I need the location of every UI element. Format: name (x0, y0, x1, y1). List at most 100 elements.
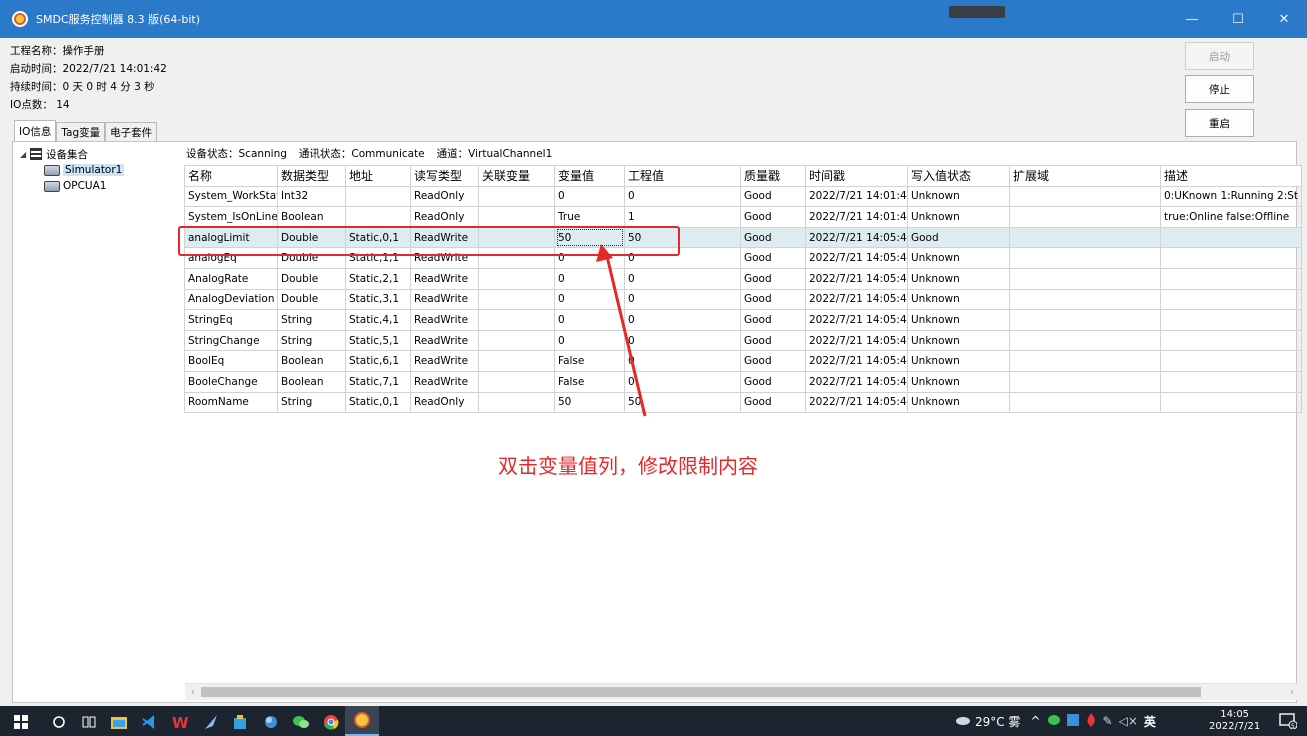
cell-address[interactable]: Static,7,1 (345, 370, 411, 393)
cell-linked-var[interactable] (478, 288, 555, 311)
cell-data-type[interactable]: Boolean (277, 206, 346, 228)
input-language[interactable]: 英 (1144, 713, 1156, 730)
maximize-button[interactable]: ☐ (1215, 0, 1261, 38)
cell-linked-var[interactable] (478, 391, 555, 414)
cell-var-value[interactable]: 50 (554, 226, 625, 249)
cell-description[interactable]: 0:UKnown 1:Running 2:St (1160, 185, 1302, 208)
cell-quality[interactable]: Good (740, 329, 806, 352)
cell-eng-value[interactable]: 50 (624, 226, 741, 249)
table-row[interactable]: BoolEq Boolean Static,6,1 ReadWrite False 0 Go… (184, 350, 1302, 372)
cell-quality[interactable]: Good (740, 267, 806, 290)
cell-var-value[interactable]: 0 (554, 247, 625, 269)
cell-eng-value[interactable]: 0 (624, 350, 741, 372)
cell-data-type[interactable]: Double (277, 247, 346, 269)
cell-description[interactable] (1160, 309, 1302, 331)
table-row[interactable]: AnalogDeviation Double Static,3,1 ReadWrite… (184, 288, 1302, 311)
cell-name[interactable]: BooleChange (184, 370, 278, 393)
cell-timestamp[interactable]: 2022/7/21 14:05:45 (805, 329, 908, 352)
cell-quality[interactable]: Good (740, 226, 806, 249)
pen-tray-icon[interactable]: ✎ (1103, 714, 1113, 728)
search-icon[interactable] (51, 714, 67, 730)
scrollbar-thumb[interactable] (201, 687, 1201, 697)
cell-extension[interactable] (1009, 185, 1161, 208)
cell-description[interactable] (1160, 288, 1302, 311)
cell-rw-type[interactable]: ReadWrite (410, 267, 479, 290)
cell-data-type[interactable]: Double (277, 226, 346, 249)
cell-write-status[interactable]: Unknown (907, 185, 1010, 208)
cell-name[interactable]: StringChange (184, 329, 278, 352)
cell-timestamp[interactable]: 2022/7/21 14:05:45 (805, 226, 908, 249)
cell-eng-value[interactable]: 0 (624, 247, 741, 269)
cell-data-type[interactable]: String (277, 329, 346, 352)
flame-tray-icon[interactable] (1085, 712, 1097, 730)
cell-extension[interactable] (1009, 370, 1161, 393)
scroll-left-icon[interactable]: ‹ (185, 684, 201, 701)
table-row[interactable]: analogEq Double Static,1,1 ReadWrite 0 0 Good 2… (184, 247, 1302, 269)
cell-write-status[interactable]: Unknown (907, 391, 1010, 414)
cell-eng-value[interactable]: 0 (624, 370, 741, 393)
cell-extension[interactable] (1009, 247, 1161, 269)
volume-icon[interactable]: ◁× (1119, 714, 1138, 728)
cell-timestamp[interactable]: 2022/7/21 14:05:45 (805, 370, 908, 393)
cell-timestamp[interactable]: 2022/7/21 14:05:45 (805, 391, 908, 414)
cell-rw-type[interactable]: ReadWrite (410, 329, 479, 352)
cell-timestamp[interactable]: 2022/7/21 14:05:45 (805, 247, 908, 269)
cell-address[interactable] (345, 206, 411, 228)
taskbar-clock[interactable]: 14:05 2022/7/21 (1209, 709, 1260, 733)
column-header-var-value[interactable]: 变量值 (554, 165, 625, 187)
cell-extension[interactable] (1009, 288, 1161, 311)
column-header-rw-type[interactable]: 读写类型 (410, 165, 479, 187)
chrome-icon[interactable] (323, 714, 339, 730)
table-row[interactable]: analogLimit Double Static,0,1 ReadWrite 50 50… (184, 226, 1302, 249)
cell-rw-type[interactable]: ReadWrite (410, 288, 479, 311)
column-header-name[interactable]: 名称 (184, 165, 278, 187)
cell-address[interactable] (345, 185, 411, 208)
cell-var-value[interactable]: 0 (554, 329, 625, 352)
cell-timestamp[interactable]: 2022/7/21 14:05:45 (805, 309, 908, 331)
wps-icon[interactable]: W (172, 714, 188, 730)
cell-linked-var[interactable] (478, 309, 555, 331)
smdc-taskbar-icon[interactable] (345, 706, 379, 736)
cell-eng-value[interactable]: 0 (624, 267, 741, 290)
horizontal-scrollbar[interactable]: ‹ › (185, 683, 1300, 700)
cell-linked-var[interactable] (478, 370, 555, 393)
cell-data-type[interactable]: String (277, 309, 346, 331)
cell-var-value[interactable]: 0 (554, 309, 625, 331)
tree-node-device-collection[interactable]: ◢ 设备集合 (20, 146, 124, 162)
task-view-icon[interactable] (81, 714, 97, 730)
column-header-data-type[interactable]: 数据类型 (277, 165, 346, 187)
cell-name[interactable]: analogLimit (184, 226, 278, 249)
cell-description[interactable] (1160, 370, 1302, 393)
cell-data-type[interactable]: Boolean (277, 370, 346, 393)
cell-address[interactable]: Static,0,1 (345, 391, 411, 414)
cell-timestamp[interactable]: 2022/7/21 14:01:45 (805, 206, 908, 228)
cell-rw-type[interactable]: ReadWrite (410, 309, 479, 331)
notification-center-icon[interactable]: 5 (1278, 713, 1298, 729)
cell-name[interactable]: AnalogDeviation (184, 288, 278, 311)
cell-quality[interactable]: Good (740, 391, 806, 414)
cell-name[interactable]: RoomName (184, 391, 278, 414)
cell-quality[interactable]: Good (740, 309, 806, 331)
cell-var-value[interactable]: False (554, 350, 625, 372)
cell-linked-var[interactable] (478, 226, 555, 249)
cell-rw-type[interactable]: ReadWrite (410, 370, 479, 393)
cell-description[interactable] (1160, 329, 1302, 352)
column-header-linked-var[interactable]: 关联变量 (478, 165, 555, 187)
cell-rw-type[interactable]: ReadOnly (410, 391, 479, 414)
cell-rw-type[interactable]: ReadWrite (410, 226, 479, 249)
minimize-button[interactable]: — (1169, 0, 1215, 38)
cell-address[interactable]: Static,3,1 (345, 288, 411, 311)
cell-write-status[interactable]: Unknown (907, 206, 1010, 228)
cell-eng-value[interactable]: 0 (624, 309, 741, 331)
cell-var-value[interactable]: False (554, 370, 625, 393)
cell-quality[interactable]: Good (740, 247, 806, 269)
cell-extension[interactable] (1009, 206, 1161, 228)
cell-write-status[interactable]: Unknown (907, 309, 1010, 331)
cell-timestamp[interactable]: 2022/7/21 14:05:45 (805, 267, 908, 290)
file-explorer-icon[interactable] (111, 714, 127, 730)
cell-data-type[interactable]: Boolean (277, 350, 346, 372)
cell-eng-value[interactable]: 1 (624, 206, 741, 228)
cell-extension[interactable] (1009, 309, 1161, 331)
cell-rw-type[interactable]: ReadWrite (410, 350, 479, 372)
tab-io-info[interactable]: IO信息 (14, 120, 57, 141)
